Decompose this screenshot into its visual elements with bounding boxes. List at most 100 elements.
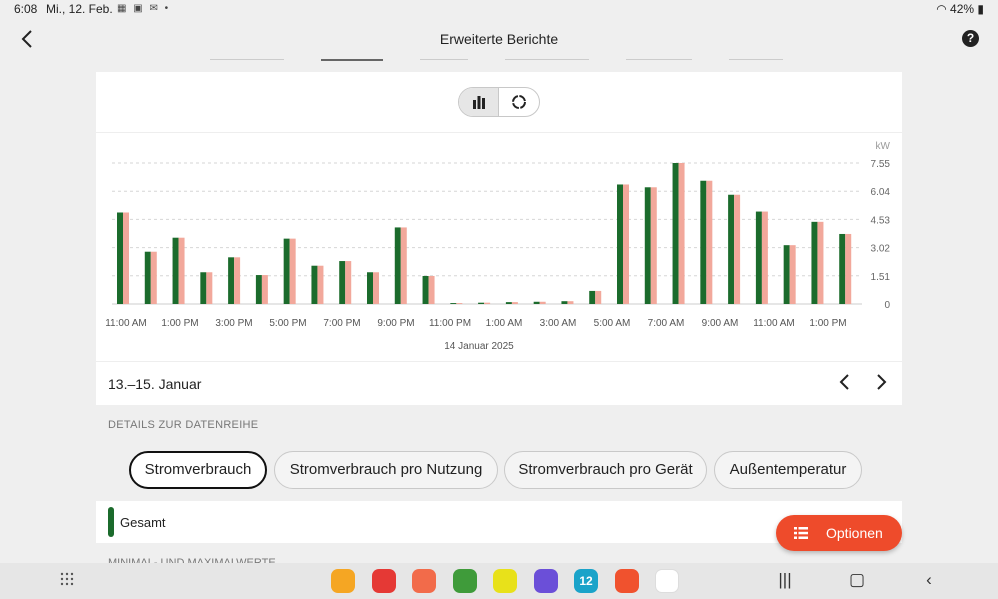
folder-icon[interactable] <box>331 569 355 593</box>
bar-series-1 <box>589 290 596 304</box>
x-tick-label: 1:00 PM <box>161 318 198 329</box>
sheets-icon[interactable] <box>655 569 679 593</box>
bar-series-1 <box>478 302 485 304</box>
x-tick-label: 9:00 PM <box>377 318 414 329</box>
status-time: 6:08 <box>14 2 38 16</box>
legend-swatch <box>108 507 114 537</box>
calculator-icon[interactable] <box>452 569 477 593</box>
bar-series-2 <box>345 261 352 304</box>
title-bar: Erweiterte Berichte ? <box>0 18 998 62</box>
tab-indicator-active[interactable] <box>321 59 383 61</box>
bar-series-2 <box>123 212 129 304</box>
chart-card: 7.55 6.04 4.53 3.02 1.51 0 kW 11:00 AM 1:00 PM 3:… <box>96 72 902 405</box>
notes-icon[interactable] <box>371 569 396 593</box>
bar-series-1 <box>561 301 568 304</box>
bar-series-2 <box>845 233 852 304</box>
tab-indicator[interactable] <box>505 59 589 60</box>
tab-indicator[interactable] <box>626 59 692 60</box>
y-tick-label: 6.04 <box>871 187 891 198</box>
bar-series-1 <box>755 211 762 304</box>
help-icon[interactable]: ? <box>962 30 979 47</box>
chip-aussentemperatur[interactable]: Außentemperatur <box>714 451 862 489</box>
x-tick-label: 1:00 AM <box>486 318 523 329</box>
home-icon[interactable]: ▢ <box>847 570 867 590</box>
bar-series-2 <box>428 275 435 304</box>
page-title: Erweiterte Berichte <box>439 31 559 47</box>
options-button[interactable]: Optionen <box>776 515 902 551</box>
x-tick-label: 11:00 AM <box>105 318 147 329</box>
bar-series-1 <box>339 261 346 304</box>
x-tick-label: 5:00 AM <box>594 318 631 329</box>
date-range-label: 13.–15. Januar <box>108 376 202 392</box>
bar-series-2 <box>234 257 241 304</box>
notification-icons: ▦ ▣ ✉ • <box>117 3 171 14</box>
bar-series-2 <box>706 180 713 304</box>
bar-series-1 <box>228 257 235 304</box>
battery-icon: ▮ <box>977 2 984 16</box>
bar-series-1 <box>811 221 818 304</box>
internet-icon[interactable] <box>533 569 558 593</box>
app-drawer-icon[interactable] <box>60 572 74 586</box>
x-tick-label: 7:00 AM <box>648 318 685 329</box>
bar-series-2 <box>484 302 491 304</box>
bar-series-2 <box>789 245 796 304</box>
y-tick-label: 7.55 <box>871 159 891 170</box>
x-tick-label: 3:00 AM <box>540 318 577 329</box>
bar-series-2 <box>734 194 741 304</box>
bar-series-2 <box>261 275 268 304</box>
chip-stromverbrauch[interactable]: Stromverbrauch <box>129 451 267 489</box>
recent-apps-icon[interactable]: ||| <box>775 570 795 590</box>
x-tick-label: 7:00 PM <box>323 318 360 329</box>
contacts-icon[interactable] <box>412 569 436 593</box>
x-axis-label: 14 Januar 2025 <box>444 341 514 352</box>
bar-series-2 <box>317 265 324 304</box>
bar-series-1 <box>117 212 123 304</box>
tab-indicator[interactable] <box>729 59 783 60</box>
bar-series-2 <box>206 272 213 304</box>
home-app-icon[interactable] <box>614 569 639 593</box>
taskbar: 12 ||| ▢ ‹ <box>0 563 998 599</box>
bar-series-1 <box>144 251 151 304</box>
bar-series-1 <box>283 238 290 304</box>
chevron-right-icon[interactable] <box>872 372 890 398</box>
bar-series-1 <box>617 184 623 304</box>
options-label: Optionen <box>826 525 883 541</box>
x-tick-label: 11:00 PM <box>429 318 471 329</box>
tool-icon[interactable] <box>493 569 517 593</box>
bar-series-2 <box>567 301 574 304</box>
bar-series-2 <box>373 272 379 304</box>
bar-series-1 <box>728 194 735 304</box>
section-label: DETAILS ZUR DATENREIHE <box>108 419 259 431</box>
wifi-icon: ◠ <box>936 2 947 16</box>
tab-indicator[interactable] <box>210 59 284 60</box>
bar-series-2 <box>623 184 629 304</box>
bar-series-1 <box>311 265 318 304</box>
bar-series-1 <box>505 302 512 304</box>
bar-series-1 <box>394 227 401 304</box>
chevron-left-icon[interactable] <box>836 372 854 398</box>
bar-series-2 <box>678 163 685 304</box>
bar-series-2 <box>595 290 602 304</box>
y-tick-label: 3.02 <box>871 244 891 255</box>
bar-series-1 <box>839 233 846 304</box>
bar-series-1 <box>255 275 262 304</box>
calendar-icon[interactable]: 12 <box>574 569 598 593</box>
chip-stromverbrauch-pro-nutzung[interactable]: Stromverbrauch pro Nutzung <box>274 451 498 489</box>
status-bar: 6:08 Mi., 12. Feb. ▦ ▣ ✉ • ◠ 42% ▮ <box>0 0 998 18</box>
chip-stromverbrauch-pro-geraet[interactable]: Stromverbrauch pro Gerät <box>504 451 707 489</box>
bar-series-1 <box>700 180 707 304</box>
bar-series-1 <box>672 163 679 304</box>
tab-indicator[interactable] <box>420 59 468 60</box>
status-date: Mi., 12. Feb. <box>46 2 113 16</box>
back-nav-icon[interactable]: ‹ <box>919 570 939 590</box>
bar-series-1 <box>450 303 457 304</box>
bar-series-1 <box>422 275 429 304</box>
bar-series-2 <box>289 238 296 304</box>
bar-series-1 <box>367 272 373 304</box>
bar-series-1 <box>533 301 540 304</box>
tab-strip <box>0 58 998 62</box>
y-tick-label: 4.53 <box>871 215 891 226</box>
bar-series-2 <box>817 221 824 304</box>
y-tick-label: 0 <box>884 300 890 311</box>
bar-series-2 <box>650 187 657 304</box>
